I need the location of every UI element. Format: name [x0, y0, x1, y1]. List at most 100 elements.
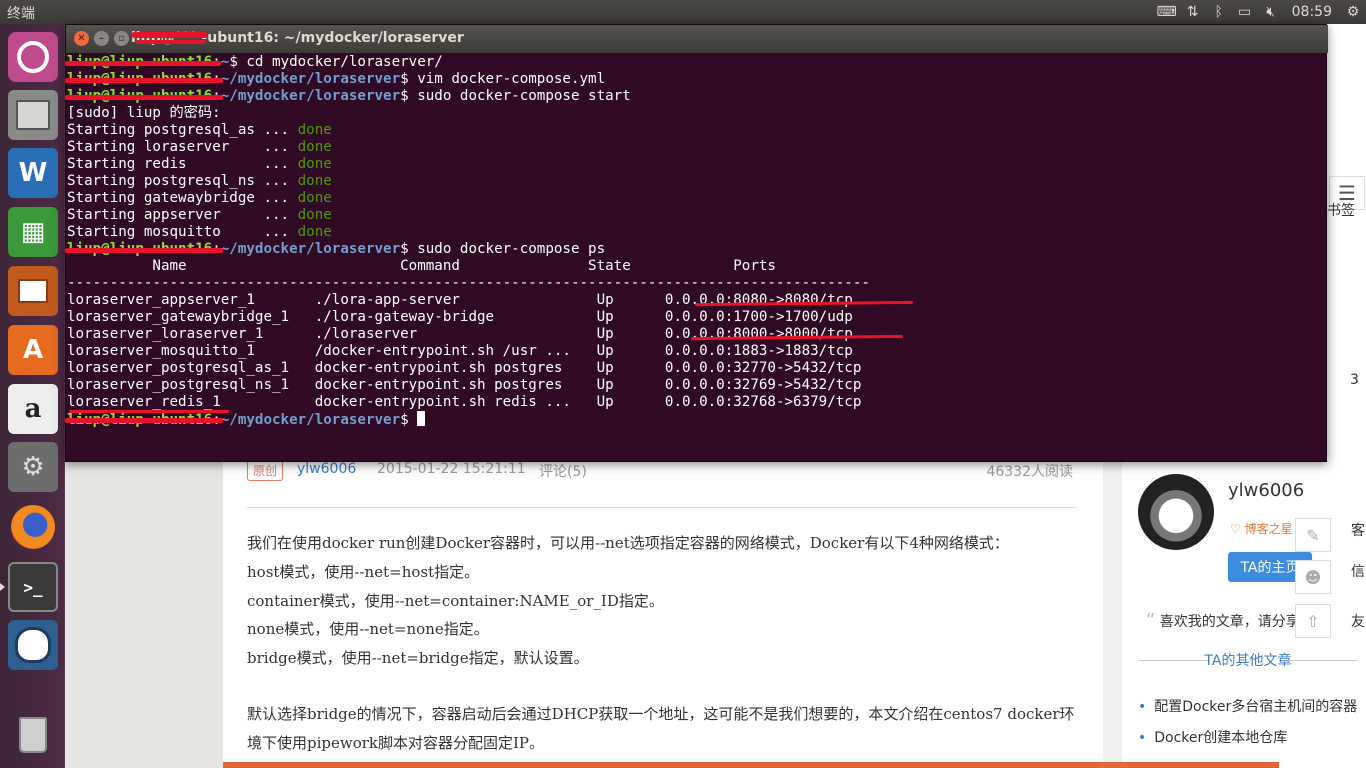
- original-badge: 原创: [247, 460, 284, 481]
- output-text: loraserver_mosquitto_1 /docker-entrypoin…: [67, 343, 853, 359]
- article-meta: 原创 ylw6006 2015-01-22 15:21:11 评论(5) 463…: [247, 460, 1073, 482]
- rank-label: 博客之星: [1244, 522, 1293, 536]
- redaction-mark: [65, 78, 223, 83]
- output-text: loraserver_gatewaybridge_1 ./lora-gatewa…: [67, 309, 853, 325]
- terminal-output-line: loraserver_appserver_1 ./lora-app-server…: [67, 292, 853, 309]
- clock[interactable]: 08:59: [1284, 4, 1340, 20]
- edit-feather-icon[interactable]: ✎: [1295, 518, 1331, 552]
- files-icon[interactable]: [8, 90, 58, 140]
- article-paragraph: 默认选择bridge的情况下，容器启动后会通过DHCP获取一个地址，这可能不是我…: [247, 705, 1075, 723]
- terminal-output-line: loraserver_loraserver_1 ./loraserver Up …: [67, 326, 853, 343]
- terminal-output-line: Starting postgresql_as ... done: [67, 122, 332, 139]
- command-text: $ sudo docker-compose ps: [400, 241, 606, 257]
- software-center-icon[interactable]: A: [8, 325, 58, 375]
- redaction-mark: [136, 40, 206, 44]
- command-text: $: [400, 412, 418, 428]
- back-to-top-icon[interactable]: ⇧: [1295, 604, 1331, 638]
- terminal-output-line: Starting postgresql_ns ... done: [67, 173, 332, 190]
- output-text: [sudo] liup 的密码:: [67, 105, 221, 121]
- maximize-icon[interactable]: ▫: [114, 31, 129, 46]
- libreoffice-writer-icon[interactable]: W: [8, 148, 58, 198]
- status-done: done: [297, 156, 332, 172]
- share-quote: “ 喜欢我的文章，请分享: [1146, 610, 1300, 631]
- divider: [247, 507, 1077, 508]
- edge-number: 3: [1350, 372, 1359, 388]
- close-icon[interactable]: ✕: [74, 31, 89, 46]
- share-quote-text: 喜欢我的文章，请分享: [1159, 614, 1300, 630]
- output-text: loraserver_postgresql_as_1 docker-entryp…: [67, 360, 862, 376]
- battery-icon[interactable]: ▭: [1232, 0, 1258, 24]
- output-text: loraserver_postgresql_ns_1 docker-entryp…: [67, 377, 862, 393]
- terminal-output-line: ----------------------------------------…: [67, 275, 870, 292]
- amazon-icon[interactable]: a: [8, 384, 58, 434]
- status-done: done: [297, 224, 332, 240]
- redaction-mark: [65, 248, 223, 253]
- article-paragraph: bridge模式，使用--net=bridge指定，默认设置。: [247, 649, 589, 667]
- output-text: loraserver_redis_1 docker-entrypoint.sh …: [67, 394, 862, 410]
- running-indicator: [0, 583, 5, 591]
- terminal-prompt-line: liup@liup-ubunt16:~/mydocker/loraserver$…: [65, 241, 606, 258]
- article-paragraph: none模式，使用--net=none指定。: [247, 620, 489, 638]
- power-gear-icon[interactable]: ⚙: [1340, 0, 1366, 24]
- terminal-output-line: loraserver_postgresql_ns_1 docker-entryp…: [67, 377, 861, 394]
- output-text: Starting loraserver ...: [67, 139, 298, 155]
- libreoffice-impress-icon[interactable]: [8, 266, 58, 316]
- terminal-output-line: [sudo] liup 的密码:: [67, 105, 221, 122]
- firefox-icon[interactable]: [8, 502, 58, 552]
- bluetooth-icon[interactable]: ᛒ: [1206, 0, 1232, 24]
- postgresql-icon[interactable]: [8, 620, 58, 670]
- author-link[interactable]: ylw6006: [297, 461, 356, 477]
- bookmark-label[interactable]: 书签: [1327, 200, 1355, 220]
- terminal-prompt-line: liup@liup-ubunt16:~/mydocker/loraserver$…: [65, 88, 631, 105]
- trash-icon[interactable]: [8, 710, 58, 760]
- other-article-link[interactable]: Docker创建本地仓库: [1138, 727, 1287, 747]
- status-done: done: [297, 207, 332, 223]
- output-text: Starting mosquitto ...: [67, 224, 298, 240]
- output-text: Starting postgresql_ns ...: [67, 173, 298, 189]
- rank-badge: ♡ 博客之星: [1230, 522, 1293, 536]
- status-done: done: [297, 190, 332, 206]
- terminal-icon[interactable]: >_: [8, 562, 58, 612]
- edge-text: 客: [1351, 523, 1365, 539]
- author-name[interactable]: ylw6006: [1228, 480, 1304, 501]
- comment-count[interactable]: 评论(5): [539, 461, 587, 481]
- output-text: Starting postgresql_as ...: [67, 122, 298, 138]
- active-app-title: 终端: [7, 6, 35, 22]
- system-settings-icon[interactable]: ⚙: [8, 442, 58, 492]
- output-text: Starting gatewaybridge ...: [67, 190, 298, 206]
- prompt-directory: ~/mydocker/loraserver: [220, 88, 401, 104]
- other-article-link[interactable]: 配置Docker多台宿主机间的容器: [1138, 696, 1357, 716]
- avatar[interactable]: [1138, 474, 1214, 550]
- edge-text: 信: [1351, 564, 1365, 580]
- terminal-prompt-line: liup@liup-ubunt16:~/mydocker/loraserver$: [65, 411, 426, 428]
- publish-date: 2015-01-22 15:21:11: [377, 461, 526, 477]
- terminal-output-line: Starting mosquitto ... done: [67, 224, 332, 241]
- qq-icon[interactable]: ☻: [1295, 560, 1331, 594]
- volume-muted-icon[interactable]: 🔇︎: [1258, 0, 1284, 24]
- terminal-output-line: Name Command State Ports: [67, 258, 861, 275]
- ubuntu-dash-icon[interactable]: [8, 32, 58, 82]
- network-icon[interactable]: ⇅: [1180, 0, 1206, 24]
- terminal-output-line: Starting gatewaybridge ... done: [67, 190, 332, 207]
- article-paragraph: 境下使用pipework脚本对容器分配固定IP。: [247, 734, 545, 752]
- terminal-output-line: Starting loraserver ... done: [67, 139, 332, 156]
- bottom-accent-bar: [223, 762, 1279, 768]
- command-text: $ cd mydocker/loraserver/: [229, 54, 443, 70]
- keyboard-icon[interactable]: ⌨: [1154, 0, 1180, 24]
- terminal-window[interactable]: ✕ – ▫ liup@*** -ubunt16: ~/mydocker/lora…: [65, 24, 1328, 462]
- terminal-output-line: loraserver_postgresql_as_1 docker-entryp…: [67, 360, 861, 377]
- redaction-mark: [65, 418, 223, 423]
- title-bar[interactable]: ✕ – ▫ liup@*** -ubunt16: ~/mydocker/lora…: [66, 25, 1328, 53]
- terminal-output-line: Starting appserver ... done: [67, 207, 332, 224]
- output-text: ----------------------------------------…: [67, 275, 870, 291]
- status-done: done: [297, 173, 332, 189]
- article-paragraph: 我们在使用docker run创建Docker容器时，可以用--net选项指定容…: [247, 534, 1009, 552]
- terminal-output[interactable]: liup@liup-ubunt16:~$ cd mydocker/loraser…: [65, 54, 1325, 461]
- system-tray: ⌨ ⇅ ᛒ ▭ 🔇︎ 08:59 ⚙: [1154, 0, 1366, 24]
- terminal-output-line: loraserver_mosquitto_1 /docker-entrypoin…: [67, 343, 853, 360]
- prompt-directory: ~/mydocker/loraserver: [220, 71, 401, 87]
- text-cursor: [417, 411, 426, 426]
- top-panel: 终端 ⌨ ⇅ ᛒ ▭ 🔇︎ 08:59 ⚙: [0, 0, 1366, 24]
- libreoffice-calc-icon[interactable]: ▦: [8, 207, 58, 257]
- minimize-icon[interactable]: –: [94, 31, 109, 46]
